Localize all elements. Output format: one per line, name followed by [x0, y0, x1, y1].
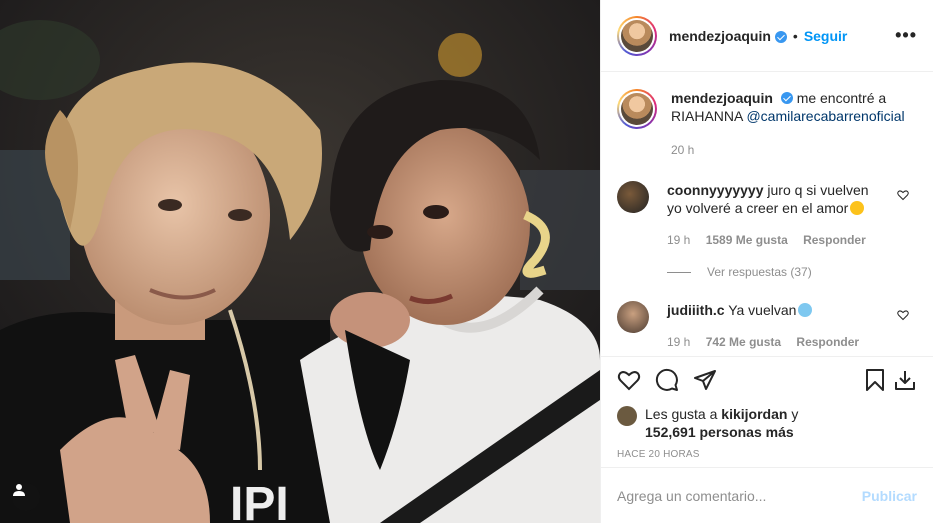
post-side-panel: mendezjoaquin • Seguir ••• mendezjoaquin… [600, 0, 933, 523]
download-icon[interactable] [893, 368, 917, 392]
post-comment-button[interactable]: Publicar [862, 488, 917, 504]
caption-mention[interactable]: @camilarecabarrenoficial [746, 108, 904, 124]
comment-avatar[interactable] [617, 301, 649, 333]
reply-button[interactable]: Responder [803, 233, 866, 247]
add-comment-bar: Publicar [601, 467, 933, 523]
comments-list[interactable]: mendezjoaquin me encontré a RIAHANNA @ca… [601, 73, 933, 356]
caption-avatar[interactable] [617, 89, 657, 129]
author-username[interactable]: mendezjoaquin [669, 28, 771, 44]
photo-illustration: IPI [0, 0, 600, 523]
caption: mendezjoaquin me encontré a RIAHANNA @ca… [617, 89, 917, 129]
comment-time[interactable]: 19 h [667, 233, 690, 247]
caption-username[interactable]: mendezjoaquin [671, 90, 773, 106]
comment-time[interactable]: 19 h [667, 335, 690, 349]
heart-small-icon[interactable] [897, 189, 909, 201]
more-icon[interactable]: ••• [895, 25, 917, 46]
comment-username[interactable]: coonnyyyyyyy [667, 182, 764, 198]
comment-avatar[interactable] [617, 181, 649, 213]
post-photo[interactable]: IPI [0, 0, 600, 523]
post-actions: Les gusta a kikijordan y 152,691 persona… [601, 356, 933, 460]
view-replies-button[interactable]: Ver respuestas (37) [667, 265, 917, 279]
comment-text: Ya vuelvan [728, 302, 797, 318]
comment-meta: 19 h 742 Me gusta Responder [667, 333, 887, 351]
post-header: mendezjoaquin • Seguir ••• [601, 0, 933, 72]
header-separator: • [792, 27, 798, 44]
svg-text:IPI: IPI [230, 478, 289, 523]
user-tag-button[interactable] [12, 483, 40, 511]
post-timestamp[interactable]: HACE 20 HORAS [617, 449, 917, 460]
verified-icon [774, 30, 787, 43]
post-modal: IPI mendezjoaquin • Seguir ••• mendezjoa… [0, 0, 933, 523]
likes-count[interactable]: 152,691 personas más [645, 424, 794, 440]
bookmark-icon[interactable] [863, 368, 887, 392]
share-icon[interactable] [693, 368, 717, 392]
author-avatar[interactable] [617, 15, 657, 56]
follow-button[interactable]: Seguir [804, 28, 848, 44]
view-replies-label: Ver respuestas (37) [707, 265, 812, 279]
caption-time[interactable]: 20 h [671, 143, 917, 157]
reply-button[interactable]: Responder [796, 335, 859, 349]
comment-input[interactable] [617, 487, 862, 504]
likes-middle: y [791, 406, 799, 422]
likes-summary: Les gusta a kikijordan y 152,691 persona… [617, 405, 917, 441]
comment-icon[interactable] [655, 368, 679, 392]
heart-icon[interactable] [617, 368, 641, 392]
comment-item: coonnyyyyyyy juro q si vuelven yo volver… [617, 181, 917, 249]
heart-small-icon[interactable] [897, 309, 909, 321]
comment-likes[interactable]: 742 Me gusta [706, 335, 781, 349]
verified-icon [780, 92, 793, 104]
replies-divider [667, 271, 691, 273]
comment-username[interactable]: judiiith.c [667, 302, 725, 318]
liker-username[interactable]: kikijordan [721, 406, 787, 422]
comment-meta: 19 h 1589 Me gusta Responder [667, 231, 887, 249]
user-tag-icon [13, 484, 25, 496]
liker-avatar[interactable] [617, 406, 637, 426]
emoji-icon [798, 303, 813, 317]
comment-likes[interactable]: 1589 Me gusta [706, 233, 788, 247]
action-icons [617, 367, 917, 393]
comment-item: judiiith.c Ya vuelvan 19 h 742 Me gusta … [617, 301, 917, 351]
emoji-icon [850, 201, 865, 215]
caption-text: mendezjoaquin me encontré a RIAHANNA @ca… [671, 89, 911, 129]
likes-prefix: Les gusta a [645, 406, 718, 422]
